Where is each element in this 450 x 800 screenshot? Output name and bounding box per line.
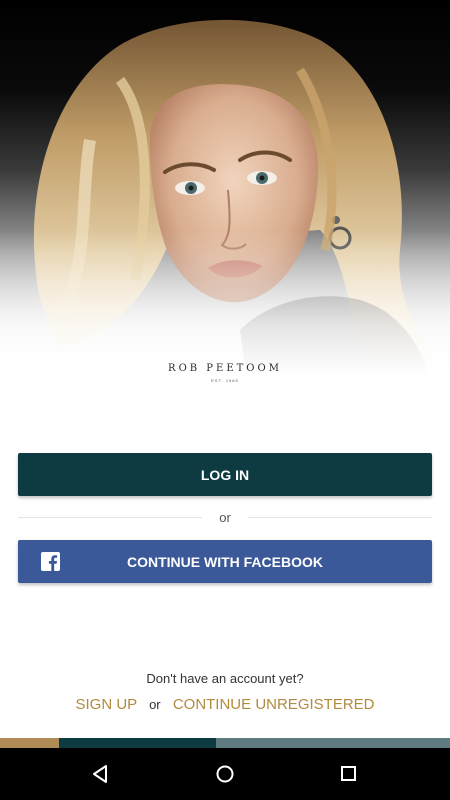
account-links: SIGN UP or CONTINUE UNREGISTERED: [0, 696, 450, 713]
facebook-icon: [41, 552, 60, 571]
back-triangle-icon[interactable]: [88, 762, 112, 786]
hero-image: [0, 0, 450, 400]
continue-with-facebook-button[interactable]: CONTINUE WITH FACEBOOK: [18, 540, 432, 583]
divider-or-label: or: [219, 510, 231, 525]
divider-line-right: [248, 517, 432, 518]
signup-prompt: Don't have an account yet?: [146, 671, 304, 686]
links-or-label: or: [149, 697, 161, 712]
sign-up-link[interactable]: SIGN UP: [76, 696, 137, 713]
android-navigation-bar: [0, 748, 450, 800]
or-divider: or: [18, 508, 432, 528]
home-circle-icon[interactable]: [213, 762, 237, 786]
brand-color-bar-gold: [0, 738, 59, 748]
brand-color-bar-teal: [59, 738, 216, 748]
login-button-label: LOG IN: [200, 466, 250, 483]
brand-color-bar-slate: [216, 738, 450, 748]
brand-name: ROB PEETOOM: [168, 363, 282, 374]
brand-established: EST. 1965: [211, 378, 239, 383]
divider-line-left: [18, 517, 202, 518]
facebook-button-label: CONTINUE WITH FACEBOOK: [127, 553, 323, 570]
brand-logo: ROB PEETOOM EST. 1965: [0, 362, 450, 384]
recents-square-icon[interactable]: [337, 762, 361, 786]
continue-unregistered-link[interactable]: CONTINUE UNREGISTERED: [173, 696, 375, 713]
login-button[interactable]: LOG IN: [18, 453, 432, 496]
